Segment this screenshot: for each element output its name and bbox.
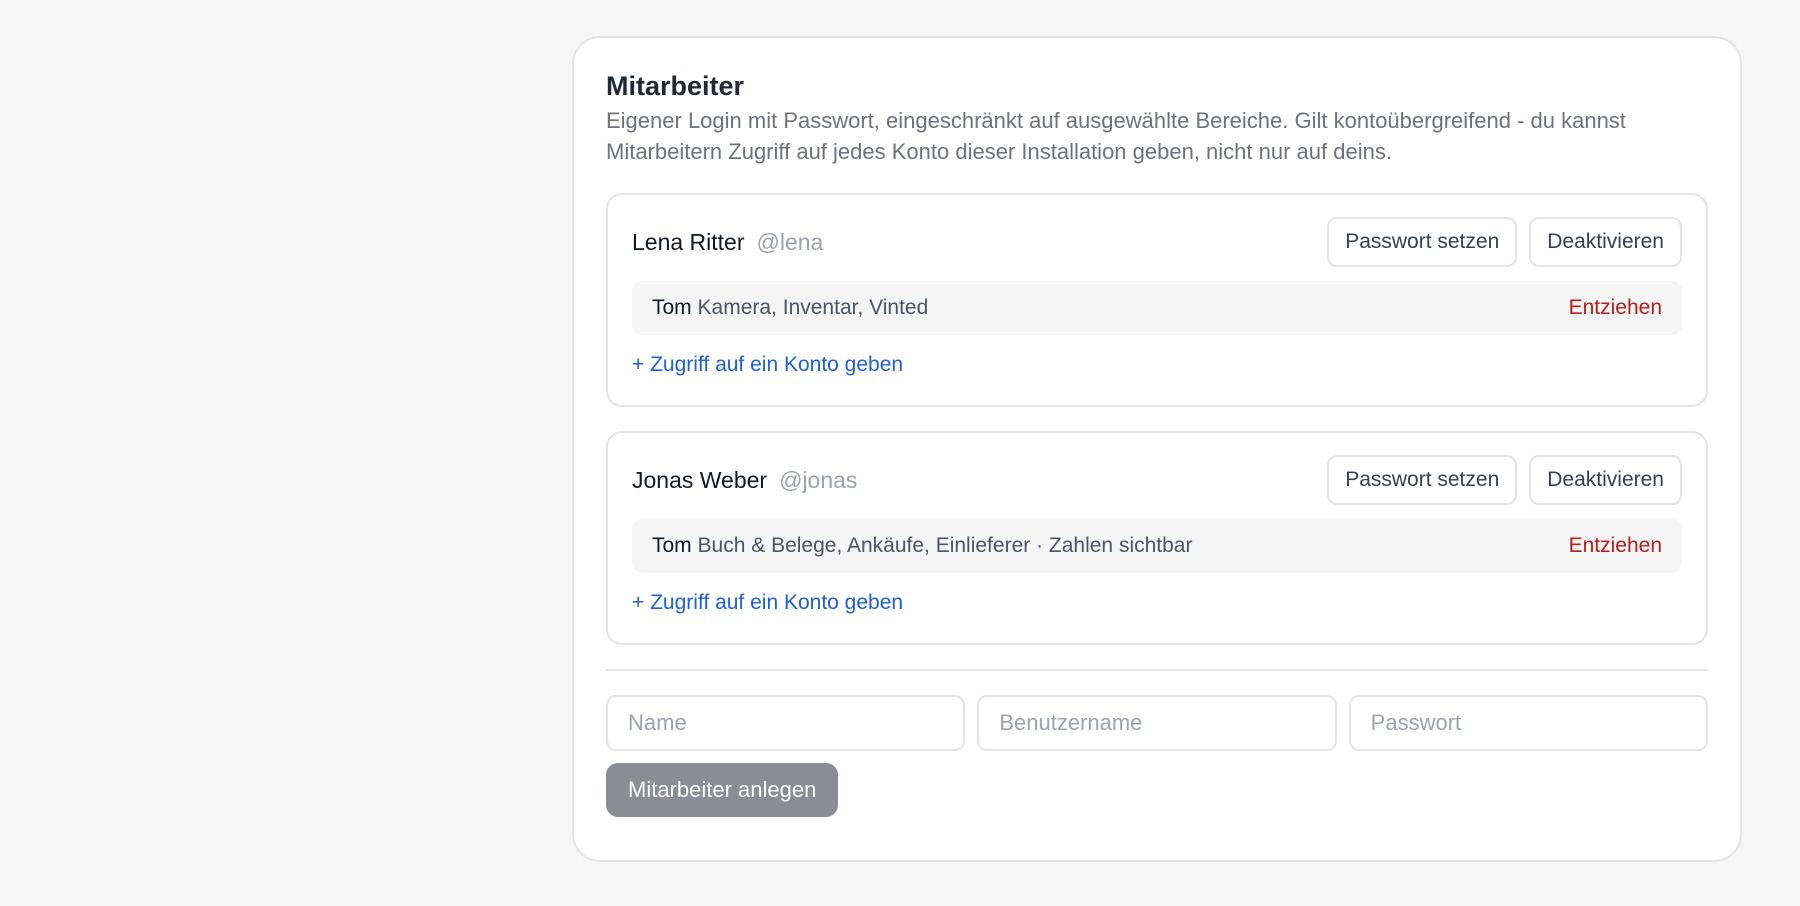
password-input[interactable] xyxy=(1348,695,1708,752)
employee-header: Jonas Weber @jonas Passwort setzen Deakt… xyxy=(632,455,1682,506)
divider xyxy=(606,669,1708,672)
set-password-button[interactable]: Passwort setzen xyxy=(1327,217,1518,268)
access-info: Tom Kamera, Inventar, Vinted xyxy=(652,296,928,320)
username-input[interactable] xyxy=(977,695,1337,752)
access-row: Tom Kamera, Inventar, Vinted Entziehen xyxy=(632,281,1682,336)
grant-access-link[interactable]: + Zugriff auf ein Konto geben xyxy=(632,353,903,377)
employees-card: Mitarbeiter Eigener Login mit Passwort, … xyxy=(572,36,1742,862)
access-scopes: Buch & Belege, Ankäufe, Einlieferer · Za… xyxy=(697,534,1193,558)
revoke-access-link[interactable]: Entziehen xyxy=(1569,296,1662,320)
section-description: Eigener Login mit Passwort, eingeschränk… xyxy=(606,108,1626,165)
name-input[interactable] xyxy=(606,695,966,752)
set-password-button[interactable]: Passwort setzen xyxy=(1327,455,1518,506)
employee-name: Jonas Weber xyxy=(632,466,768,493)
section-title: Mitarbeiter xyxy=(606,71,745,101)
employee-handle: @lena xyxy=(756,228,824,255)
access-account: Tom xyxy=(652,534,692,558)
access-scopes: Kamera, Inventar, Vinted xyxy=(697,296,929,320)
deactivate-button[interactable]: Deaktivieren xyxy=(1529,217,1682,268)
revoke-access-link[interactable]: Entziehen xyxy=(1569,534,1662,558)
employee-actions: Passwort setzen Deaktivieren xyxy=(1327,455,1682,506)
create-employee-button[interactable]: Mitarbeiter anlegen xyxy=(606,763,839,818)
access-account: Tom xyxy=(652,296,692,320)
employee-name: Lena Ritter xyxy=(632,228,745,255)
access-row: Tom Buch & Belege, Ankäufe, Einlieferer … xyxy=(632,519,1682,574)
employee-identity: Jonas Weber @jonas xyxy=(632,467,857,494)
grant-access-link[interactable]: + Zugriff auf ein Konto geben xyxy=(632,591,903,615)
access-info: Tom Buch & Belege, Ankäufe, Einlieferer … xyxy=(652,534,1192,558)
new-employee-form xyxy=(606,695,1708,752)
employee-card: Lena Ritter @lena Passwort setzen Deakti… xyxy=(606,193,1708,408)
employee-identity: Lena Ritter @lena xyxy=(632,229,823,256)
employee-handle: @jonas xyxy=(779,466,858,493)
employee-card: Jonas Weber @jonas Passwort setzen Deakt… xyxy=(606,431,1708,646)
employee-header: Lena Ritter @lena Passwort setzen Deakti… xyxy=(632,217,1682,268)
deactivate-button[interactable]: Deaktivieren xyxy=(1529,455,1682,506)
employee-actions: Passwort setzen Deaktivieren xyxy=(1327,217,1682,268)
